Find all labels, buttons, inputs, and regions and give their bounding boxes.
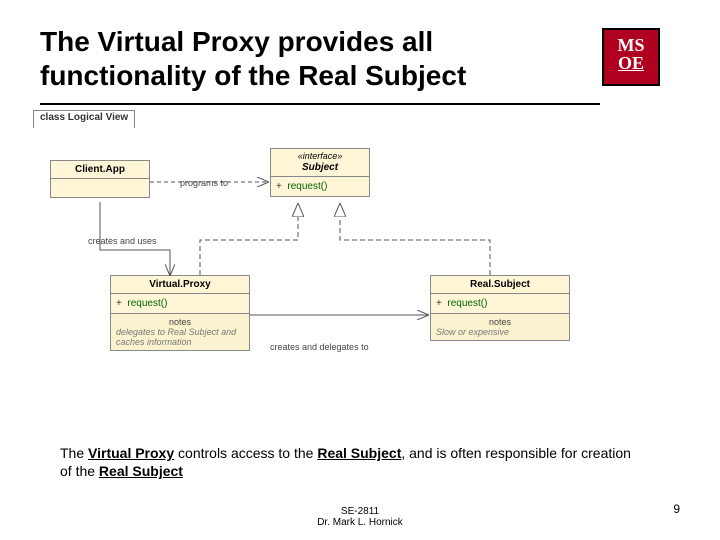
frame-label: class Logical View <box>33 110 135 128</box>
msoe-logo: MS OE <box>602 28 660 86</box>
page-number: 9 <box>673 502 680 516</box>
real-subject-op-vis: + <box>436 298 442 309</box>
subject-op: request() <box>287 181 327 192</box>
class-client-app: Client.App <box>50 160 150 198</box>
virtual-proxy-name: Virtual.Proxy <box>149 279 211 290</box>
bt-p1: The <box>60 445 88 461</box>
edge-programs-to: programs to <box>180 178 228 188</box>
class-virtual-proxy: Virtual.Proxy + request() notes delegate… <box>110 275 250 351</box>
footer-course: SE-2811 <box>0 506 720 517</box>
bt-vp: Virtual Proxy <box>88 445 174 461</box>
subject-stereotype: «interface» <box>275 152 365 162</box>
bt-rs2: Real Subject <box>99 463 183 479</box>
interface-subject: «interface» Subject + request() <box>270 148 370 197</box>
real-subject-note-head: notes <box>436 317 564 327</box>
virtual-proxy-op: request() <box>127 298 167 309</box>
logo-line1: MS <box>604 36 658 54</box>
subject-name: Subject <box>275 162 365 173</box>
slide-footer: SE-2811 Dr. Mark L. Hornick <box>0 506 720 528</box>
virtual-proxy-note-body: delegates to Real Subject and caches inf… <box>116 327 244 347</box>
real-subject-note-body: Slow or expensive <box>436 327 564 337</box>
uml-diagram: class Logical View Client.App «interface… <box>30 110 690 410</box>
bt-rs1: Real Subject <box>317 445 401 461</box>
real-subject-name: Real.Subject <box>470 279 530 290</box>
slide-body-text: The Virtual Proxy controls access to the… <box>60 444 640 480</box>
real-subject-op: request() <box>447 298 487 309</box>
subject-op-vis: + <box>276 181 282 192</box>
edge-creates-and-delegates: creates and delegates to <box>270 342 369 352</box>
logo-line2: OE <box>604 54 658 72</box>
virtual-proxy-op-vis: + <box>116 298 122 309</box>
client-name: Client.App <box>75 164 125 175</box>
edge-creates-and-uses: creates and uses <box>88 236 157 246</box>
bt-p2: controls access to the <box>174 445 317 461</box>
title-underline <box>40 103 600 105</box>
virtual-proxy-note-head: notes <box>116 317 244 327</box>
slide-title: The Virtual Proxy provides all functiona… <box>40 25 540 92</box>
class-real-subject: Real.Subject + request() notes Slow or e… <box>430 275 570 341</box>
footer-author: Dr. Mark L. Hornick <box>0 517 720 528</box>
